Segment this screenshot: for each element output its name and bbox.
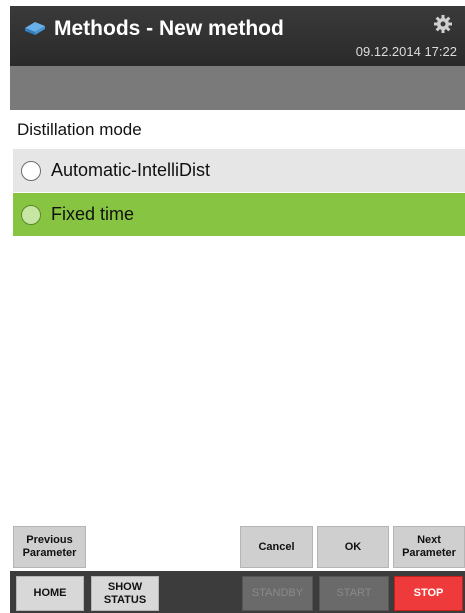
- section-label: Distillation mode: [17, 120, 142, 139]
- datetime-display: 09.12.2014 17:22: [355, 44, 457, 59]
- option-label: Automatic-IntelliDist: [51, 160, 211, 180]
- ok-button[interactable]: OK: [317, 526, 389, 568]
- radio-button[interactable]: [21, 204, 41, 225]
- stop-button[interactable]: STOP: [394, 576, 463, 611]
- sub-header-bar: [10, 66, 465, 110]
- gear-icon[interactable]: [433, 14, 453, 34]
- start-button[interactable]: START: [319, 576, 389, 611]
- cancel-button[interactable]: Cancel: [240, 526, 313, 568]
- page-title: Methods - New method: [54, 17, 284, 40]
- method-icon: [25, 22, 45, 35]
- title-bar: Methods - New method 09.12.2014 17:22: [10, 6, 465, 66]
- option-label: Fixed time: [51, 204, 135, 224]
- show-status-button[interactable]: SHOW STATUS: [91, 576, 159, 611]
- option-fixed-time[interactable]: Fixed time: [13, 193, 465, 236]
- standby-button[interactable]: STANDBY: [242, 576, 313, 611]
- next-parameter-button[interactable]: Next Parameter: [393, 526, 465, 568]
- previous-parameter-button[interactable]: Previous Parameter: [13, 526, 86, 568]
- radio-button[interactable]: [21, 160, 41, 181]
- option-automatic-intellidist[interactable]: Automatic-IntelliDist: [13, 149, 465, 192]
- home-button[interactable]: HOME: [16, 576, 84, 611]
